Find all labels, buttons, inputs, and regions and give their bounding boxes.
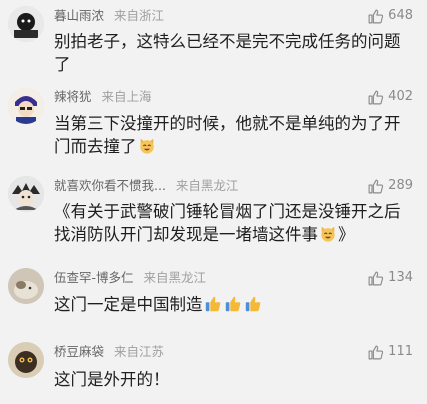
avatar-image bbox=[8, 88, 44, 124]
username[interactable]: 辣将犹 bbox=[54, 89, 92, 104]
username[interactable]: 暮山雨浓 bbox=[54, 8, 104, 23]
like-count: 648 bbox=[388, 8, 413, 23]
comment-meta: 伍查罕-博多仁 来自黑龙江 bbox=[54, 269, 206, 287]
like-button[interactable]: 134 bbox=[367, 269, 413, 287]
comment-text-end: 》 bbox=[338, 225, 355, 244]
comment-meta: 就喜欢你看不惯我... 来自黑龙江 bbox=[54, 177, 238, 195]
comment-text: 《有关于武警破门锤轮冒烟了门还是没锤开之后找消防队开门却发现是一堵墙这件事》 bbox=[54, 200, 416, 246]
like-count: 289 bbox=[388, 178, 413, 193]
thumbs-up-emoji bbox=[244, 295, 262, 313]
comment-meta: 辣将犹 来自上海 bbox=[54, 88, 152, 106]
like-count: 402 bbox=[388, 89, 413, 104]
source-location: 来自江苏 bbox=[114, 344, 165, 359]
comment-meta: 暮山雨浓 来自浙江 bbox=[54, 7, 164, 25]
comment-item: 伍查罕-博多仁 来自黑龙江 134 这门一定是中国制造 bbox=[0, 262, 427, 336]
avatar-image bbox=[8, 176, 44, 212]
source-location: 来自黑龙江 bbox=[143, 270, 207, 285]
comment-item: 桥豆麻袋 来自江苏 111 这门是外开的！ bbox=[0, 336, 427, 404]
like-count: 111 bbox=[388, 344, 413, 359]
like-count: 134 bbox=[388, 270, 413, 285]
avatar[interactable] bbox=[8, 268, 44, 304]
like-button[interactable]: 289 bbox=[367, 177, 413, 195]
comment-text: 这门是外开的！ bbox=[54, 370, 170, 389]
comment-text: 当第三下没撞开的时候，他就不是单纯的为了开门而去撞了 bbox=[54, 112, 416, 158]
like-button[interactable]: 111 bbox=[367, 343, 413, 361]
source-location: 来自黑龙江 bbox=[175, 178, 239, 193]
avatar[interactable] bbox=[8, 176, 44, 212]
username[interactable]: 伍查罕-博多仁 bbox=[54, 270, 134, 285]
thumbs-up-outline-icon bbox=[367, 89, 384, 106]
avatar[interactable] bbox=[8, 6, 44, 42]
thumbs-up-emoji bbox=[204, 295, 222, 313]
comment-text-body: 当第三下没撞开的时候，他就不是单纯的为了开门而去撞了 bbox=[54, 114, 401, 156]
cat-laugh-emoji bbox=[138, 137, 156, 155]
avatar[interactable] bbox=[8, 342, 44, 378]
source-location: 来自上海 bbox=[101, 89, 152, 104]
username[interactable]: 桥豆麻袋 bbox=[54, 344, 104, 359]
avatar-image bbox=[8, 6, 44, 42]
comment-text: 别拍老子，这特么已经不是完不完成任务的问题了 bbox=[54, 32, 401, 74]
comment-item: 暮山雨浓 来自浙江 648 别拍老子，这特么已经不是完不完成任务的问题了 bbox=[0, 0, 427, 80]
avatar[interactable] bbox=[8, 88, 44, 124]
username[interactable]: 就喜欢你看不惯我... bbox=[54, 178, 166, 193]
comment-item: 就喜欢你看不惯我... 来自黑龙江 289 《有关于武警破门锤轮冒烟了门还是没锤… bbox=[0, 170, 427, 262]
thumbs-up-emoji bbox=[224, 295, 242, 313]
avatar-image bbox=[8, 342, 44, 378]
avatar-image bbox=[8, 268, 44, 304]
cat-laugh-emoji bbox=[319, 225, 337, 243]
thumbs-up-outline-icon bbox=[367, 344, 384, 361]
like-button[interactable]: 402 bbox=[367, 88, 413, 106]
comment-text: 这门一定是中国制造 bbox=[54, 293, 416, 316]
comment-meta: 桥豆麻袋 来自江苏 bbox=[54, 343, 164, 361]
source-location: 来自浙江 bbox=[114, 8, 165, 23]
thumbs-up-outline-icon bbox=[367, 270, 384, 287]
comment-item: 辣将犹 来自上海 402 当第三下没撞开的时候，他就不是单纯的为了开门而去撞了 bbox=[0, 80, 427, 170]
comment-text-body: 这门一定是中国制造 bbox=[54, 295, 203, 314]
thumbs-up-outline-icon bbox=[367, 178, 384, 195]
like-button[interactable]: 648 bbox=[367, 7, 413, 25]
thumbs-up-outline-icon bbox=[367, 8, 384, 25]
